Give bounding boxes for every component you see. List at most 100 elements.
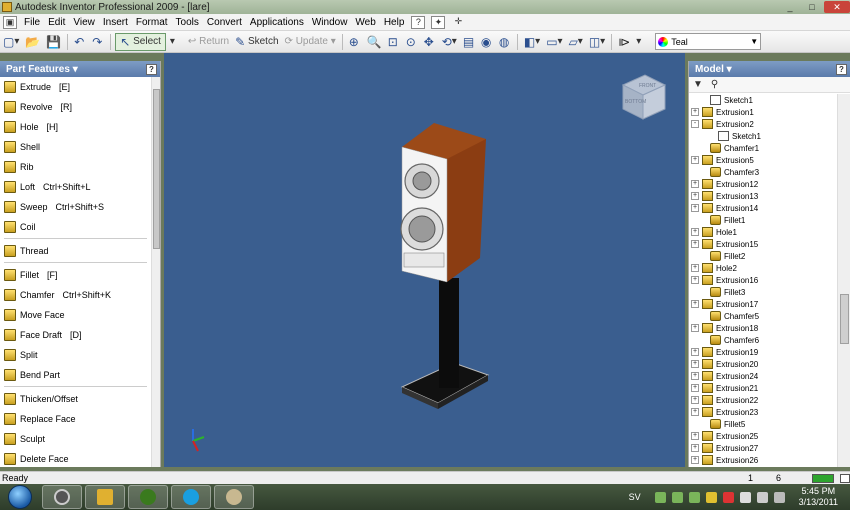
globe-icon[interactable]: ◍ — [497, 33, 513, 51]
undo-icon[interactable]: ↶ — [72, 33, 88, 51]
expand-icon[interactable]: + — [691, 324, 699, 332]
feature-delete-face[interactable]: Delete Face — [0, 449, 150, 469]
feature-sculpt[interactable]: Sculpt — [0, 429, 150, 449]
feature-replace-face[interactable]: Replace Face — [0, 409, 150, 429]
menu-web[interactable]: Web — [351, 17, 379, 28]
look-at-icon[interactable]: ▤ — [461, 33, 477, 51]
tree-node[interactable]: + Extrusion1 — [689, 106, 837, 118]
feature-move-face[interactable]: Move Face — [0, 305, 150, 325]
redo-icon[interactable]: ↷ — [90, 33, 106, 51]
feature-bend-part[interactable]: Bend Part — [0, 365, 150, 385]
zoom-icon[interactable]: 🔍 — [365, 33, 384, 51]
expand-icon[interactable]: + — [691, 276, 699, 284]
tray-icon[interactable] — [722, 491, 734, 503]
tray-icon[interactable] — [671, 491, 683, 503]
scroll-thumb[interactable] — [840, 294, 849, 344]
expand-icon[interactable]: + — [691, 240, 699, 248]
tree-node[interactable]: + Extrusion24 — [689, 370, 837, 382]
return-button[interactable]: ↩ Return — [186, 33, 231, 51]
feature-rib[interactable]: Rib — [0, 157, 150, 177]
tree-node[interactable]: + Extrusion23 — [689, 406, 837, 418]
tree-node[interactable]: + Hole2 — [689, 262, 837, 274]
collapse-icon[interactable]: - — [691, 120, 699, 128]
feature-face-draft[interactable]: Face Draft [D] — [0, 325, 150, 345]
left-scrollbar[interactable] — [151, 77, 160, 467]
steering-wheel-icon[interactable]: ⧐ — [616, 33, 632, 51]
feature-extrude[interactable]: Extrude [E] — [0, 77, 150, 97]
expand-icon[interactable]: + — [691, 456, 699, 464]
graphics-viewport[interactable]: FRONT BOTTOM — [164, 53, 685, 467]
pin-icon[interactable]: ✛ — [451, 16, 465, 29]
expand-icon[interactable]: + — [691, 360, 699, 368]
feature-revolve[interactable]: Revolve [R] — [0, 97, 150, 117]
tree-node[interactable]: Fillet1 — [689, 214, 837, 226]
shadow-icon[interactable]: ▭ ▾ — [544, 33, 564, 51]
clock[interactable]: 5:45 PM 3/13/2011 — [799, 486, 838, 508]
tree-node[interactable]: + Extrusion26 — [689, 454, 837, 466]
task-spotify[interactable] — [128, 485, 168, 509]
feature-thread[interactable]: Thread — [0, 241, 150, 261]
scroll-thumb[interactable] — [153, 89, 160, 249]
tree-node[interactable]: Chamfer6 — [689, 334, 837, 346]
close-button[interactable]: ✕ — [824, 1, 850, 13]
feature-thicken-offset[interactable]: Thicken/Offset — [0, 389, 150, 409]
display-mode-icon[interactable]: ◧ ▾ — [522, 33, 542, 51]
maximize-button[interactable]: □ — [802, 1, 822, 13]
minimize-button[interactable]: _ — [780, 1, 800, 13]
start-button[interactable] — [8, 485, 32, 509]
menu-format[interactable]: Format — [132, 17, 172, 28]
select-dropdown-icon[interactable]: ▾ — [168, 33, 184, 51]
feature-hole[interactable]: Hole [H] — [0, 117, 150, 137]
tree-node[interactable]: Fillet2 — [689, 250, 837, 262]
open-file-icon[interactable]: 📂 — [23, 33, 42, 51]
expand-icon[interactable]: + — [691, 372, 699, 380]
help-icon[interactable]: ? — [836, 63, 847, 75]
viewcube-widget[interactable]: FRONT BOTTOM — [619, 71, 669, 123]
tree-node[interactable]: Sketch1 — [689, 94, 837, 106]
update-button[interactable]: ⟳ Update ▾ — [283, 33, 338, 51]
task-media-player[interactable] — [42, 485, 82, 509]
zoom-selected-icon[interactable]: ⊙ — [404, 33, 420, 51]
expand-icon[interactable]: + — [691, 396, 699, 404]
help-topics-icon[interactable]: ? — [411, 15, 426, 29]
menu-help[interactable]: Help — [380, 17, 409, 28]
tree-node[interactable]: Fillet3 — [689, 286, 837, 298]
shaded-display-icon[interactable]: ◉ — [479, 33, 495, 51]
sketch-button[interactable]: ✎ Sketch — [233, 33, 280, 51]
task-inventor[interactable] — [85, 485, 125, 509]
expand-icon[interactable]: + — [691, 384, 699, 392]
feature-split[interactable]: Split — [0, 345, 150, 365]
expand-icon[interactable]: + — [691, 156, 699, 164]
tree-node[interactable]: + Extrusion21 — [689, 382, 837, 394]
tree-node[interactable]: + Extrusion13 — [689, 190, 837, 202]
browser-header[interactable]: Model ▾ ? — [689, 61, 850, 77]
expand-icon[interactable]: + — [691, 192, 699, 200]
expand-icon[interactable]: + — [691, 264, 699, 272]
menu-view[interactable]: View — [69, 17, 99, 28]
feature-shell[interactable]: Shell — [0, 137, 150, 157]
task-skype[interactable] — [171, 485, 211, 509]
menu-convert[interactable]: Convert — [203, 17, 246, 28]
tree-node[interactable]: + Extrusion16 — [689, 274, 837, 286]
feature-chamfer[interactable]: Chamfer Ctrl+Shift+K — [0, 285, 150, 305]
tree-node[interactable]: + Extrusion20 — [689, 358, 837, 370]
tree-node[interactable]: + Hole1 — [689, 226, 837, 238]
more-options-icon[interactable]: ▾ — [634, 33, 650, 51]
menu-edit[interactable]: Edit — [44, 17, 69, 28]
volume-icon[interactable] — [773, 491, 785, 503]
tree-node[interactable]: + Extrusion27 — [689, 442, 837, 454]
tree-node[interactable]: Chamfer3 — [689, 166, 837, 178]
tree-node[interactable]: + Extrusion18 — [689, 322, 837, 334]
pan-icon[interactable]: ✥ — [422, 33, 438, 51]
tree-node[interactable]: Sketch1 — [689, 130, 837, 142]
panel-bar-header[interactable]: Part Features ▾ ? — [0, 61, 160, 77]
expand-icon[interactable]: + — [691, 228, 699, 236]
tree-node[interactable]: + Extrusion5 — [689, 154, 837, 166]
zoom-all-icon[interactable]: ⊕ — [347, 33, 363, 51]
expand-icon[interactable]: + — [691, 180, 699, 188]
menu-insert[interactable]: Insert — [99, 17, 132, 28]
menu-file[interactable]: File — [20, 17, 44, 28]
select-button[interactable]: ↖ Select — [115, 32, 166, 51]
what-is-new-icon[interactable]: ✦ — [431, 15, 446, 29]
menu-window[interactable]: Window — [308, 17, 352, 28]
